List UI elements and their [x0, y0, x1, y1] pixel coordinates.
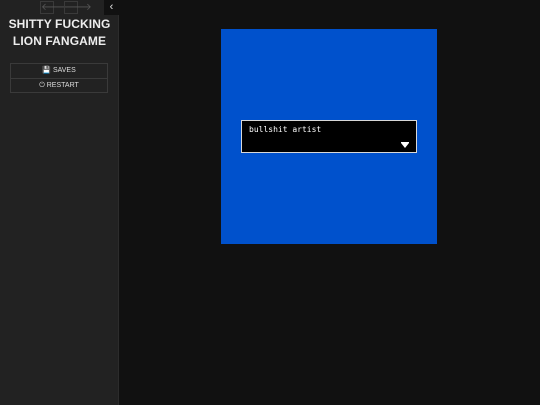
history-back-button[interactable]: 🡐	[40, 1, 68, 14]
restart-button[interactable]: ⏻ RESTART	[10, 78, 108, 93]
ui-bar: 🡐 🡒 ‹ SHITTY FUCKING LION FANGAME 💾 SAVES…	[0, 0, 119, 405]
saves-label: SAVES	[52, 67, 76, 74]
saves-button[interactable]: 💾 SAVES	[10, 63, 108, 78]
game-screen[interactable]: bullshit artist	[221, 29, 437, 244]
dialogue-box[interactable]: bullshit artist	[241, 120, 417, 153]
story-title: SHITTY FUCKING LION FANGAME	[8, 17, 111, 48]
power-icon: ⏻	[39, 82, 45, 89]
floppy-disk-icon: 💾	[42, 67, 51, 74]
restart-label: RESTART	[46, 82, 79, 89]
story-menu: 💾 SAVES ⏻ RESTART	[10, 63, 108, 93]
history-controls: 🡐 🡒 ‹	[0, 0, 119, 15]
chevron-left-icon: ‹	[109, 1, 114, 13]
arrow-right-icon: 🡒	[65, 2, 92, 13]
history-forward-button[interactable]: 🡒	[64, 1, 92, 14]
continue-arrow-icon	[401, 142, 409, 148]
ui-bar-toggle-button[interactable]: ‹	[104, 0, 119, 15]
dialogue-text: bullshit artist	[249, 125, 322, 134]
